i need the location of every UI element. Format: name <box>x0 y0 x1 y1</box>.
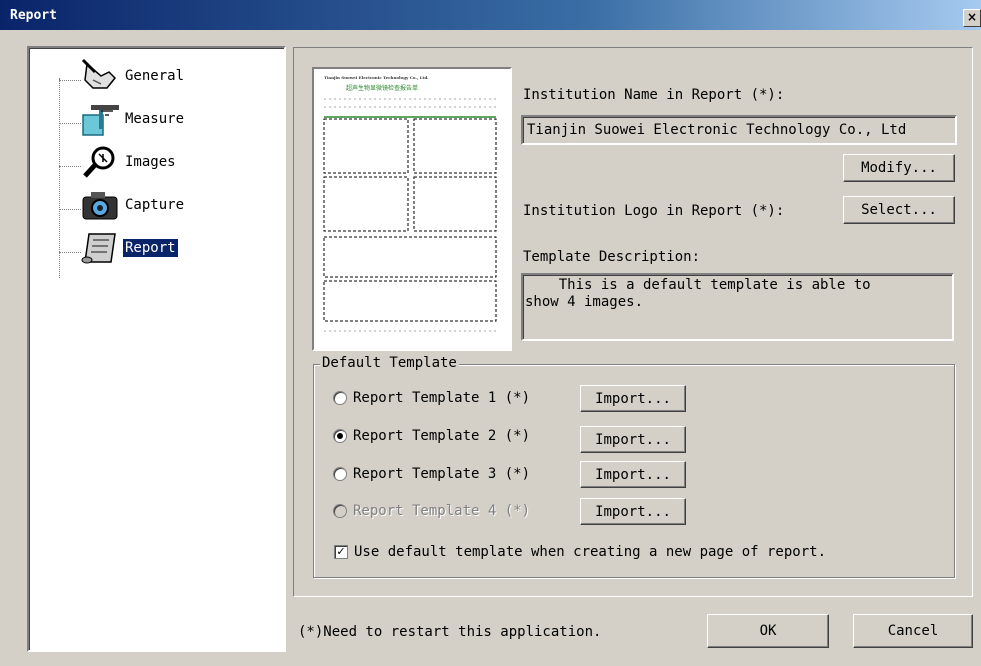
use-default-template-checkbox[interactable]: ✓ Use default template when creating a n… <box>334 544 826 560</box>
tree-connector <box>59 80 81 81</box>
tree-connector <box>59 252 81 253</box>
tree-connector <box>59 166 81 167</box>
tree-item-label: Measure <box>125 111 185 127</box>
radio-indicator <box>333 391 347 405</box>
institution-name-label: Institution Name in Report (*): <box>523 87 785 103</box>
preview-company-line: Tianjin Suowei Electronic Technology Co.… <box>324 75 429 80</box>
tree-item-label: Report <box>123 239 178 257</box>
tree-connector <box>59 123 81 124</box>
radio-indicator <box>333 467 347 481</box>
tree-item-label: Capture <box>125 197 185 213</box>
institution-name-field: Tianjin Suowei Electronic Technology Co.… <box>521 115 957 145</box>
tree-connector <box>59 78 60 278</box>
preview-title-line: 超声生物显微镜检查报告单 <box>346 85 419 92</box>
checkmark-icon: ✓ <box>334 545 348 559</box>
tree-item-measure[interactable]: Measure <box>79 101 186 137</box>
modify-button[interactable]: Modify... <box>843 154 955 182</box>
radio-indicator <box>333 504 347 518</box>
tree-item-images[interactable]: Images <box>79 144 178 180</box>
select-logo-button[interactable]: Select... <box>843 196 955 224</box>
ruler-square-icon <box>79 101 121 137</box>
template-description-field: This is a default template is able to sh… <box>521 273 954 341</box>
template-3-radio[interactable]: Report Template 3 (*) <box>333 466 530 482</box>
hand-pointer-icon <box>79 58 121 94</box>
template-1-label: Report Template 1 (*) <box>353 390 531 406</box>
restart-note: (*)Need to restart this application. <box>298 624 602 640</box>
tree-item-label: Images <box>125 154 176 170</box>
scroll-icon <box>79 230 121 266</box>
close-button[interactable]: × <box>963 9 981 27</box>
window-title: Report <box>10 8 57 23</box>
template-preview: Tianjin Suowei Electronic Technology Co.… <box>312 67 512 351</box>
default-template-title: Default Template <box>320 355 459 371</box>
import-template-1-button[interactable]: Import... <box>580 385 686 412</box>
tree-item-label: General <box>125 68 185 84</box>
template-4-label: Report Template 4 (*) <box>353 503 531 519</box>
cancel-button[interactable]: Cancel <box>853 614 973 648</box>
settings-tree[interactable]: General Measure Images Capture Report <box>27 46 286 652</box>
import-template-2-button[interactable]: Import... <box>580 426 686 453</box>
template-2-radio[interactable]: Report Template 2 (*) <box>333 428 530 444</box>
camera-icon <box>79 187 121 223</box>
tree-connector <box>59 209 81 210</box>
template-description-label: Template Description: <box>523 249 701 265</box>
template-1-radio[interactable]: Report Template 1 (*) <box>333 390 530 406</box>
title-bar <box>0 0 981 30</box>
institution-logo-label: Institution Logo in Report (*): <box>523 203 785 219</box>
tree-item-report[interactable]: Report <box>79 230 178 266</box>
import-template-4-button[interactable]: Import... <box>580 498 686 525</box>
tree-item-capture[interactable]: Capture <box>79 187 186 223</box>
template-2-label: Report Template 2 (*) <box>353 428 531 444</box>
template-4-radio: Report Template 4 (*) <box>333 503 530 519</box>
ok-button[interactable]: OK <box>707 614 829 648</box>
use-default-template-label: Use default template when creating a new… <box>354 544 827 560</box>
template-3-label: Report Template 3 (*) <box>353 466 531 482</box>
radio-indicator <box>333 429 347 443</box>
magnifier-icon <box>79 144 121 180</box>
tree-item-general[interactable]: General <box>79 58 186 94</box>
import-template-3-button[interactable]: Import... <box>580 461 686 488</box>
